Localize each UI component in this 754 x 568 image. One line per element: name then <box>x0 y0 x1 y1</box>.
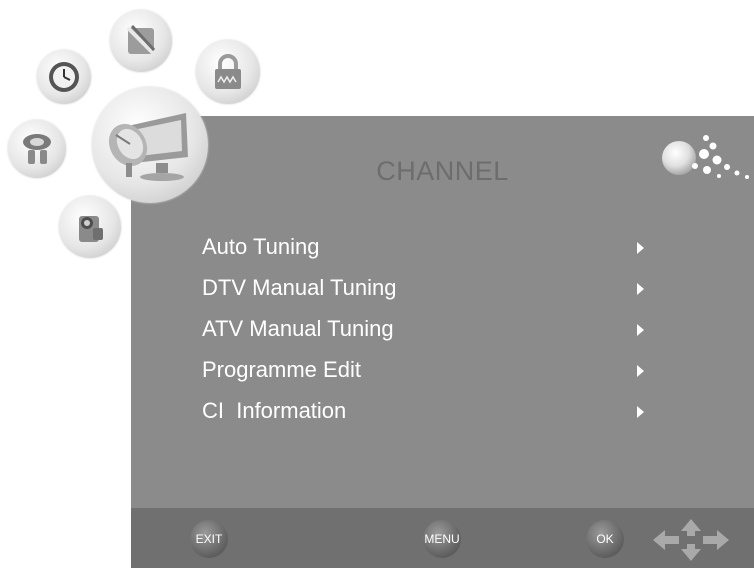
arrow-right-icon <box>637 242 644 254</box>
bubbles-decoration-icon <box>659 130 754 200</box>
menu-button[interactable]: MENU <box>423 520 461 558</box>
menu-item-dtv-manual-tuning[interactable]: DTV Manual Tuning <box>202 267 652 308</box>
arrow-right-icon <box>637 324 644 336</box>
channel-menu-satellite-dish-icon[interactable] <box>92 87 208 203</box>
menu-item-programme-edit[interactable]: Programme Edit <box>202 349 652 390</box>
menu-item-label: DTV Manual Tuning <box>202 275 397 300</box>
setup-menu-tools-icon[interactable] <box>110 10 172 72</box>
navigation-arrows-icon <box>651 518 731 562</box>
menu-item-label: ATV Manual Tuning <box>202 316 394 341</box>
arrow-right-icon <box>637 365 644 377</box>
arrow-right-icon <box>637 406 644 418</box>
channel-menu-list: Auto Tuning DTV Manual Tuning ATV Manual… <box>202 226 652 431</box>
menu-item-label: Auto Tuning <box>202 234 320 259</box>
arrow-right-icon <box>637 283 644 295</box>
menu-item-label: Programme Edit <box>202 357 361 382</box>
menu-item-auto-tuning[interactable]: Auto Tuning <box>202 226 652 267</box>
menu-item-ci-information[interactable]: CI Information <box>202 390 652 431</box>
ok-button[interactable]: OK <box>586 520 624 558</box>
time-menu-clock-icon[interactable] <box>37 50 91 104</box>
media-menu-camera-icon[interactable] <box>59 196 121 258</box>
channel-menu-panel: CHANNEL Auto Tuning DTV Manual Tuning AT… <box>131 116 754 568</box>
footer-bar: EXIT MENU OK <box>131 508 754 568</box>
menu-item-label: CI Information <box>202 398 347 423</box>
menu-item-atv-manual-tuning[interactable]: ATV Manual Tuning <box>202 308 652 349</box>
sound-menu-speaker-icon[interactable] <box>8 120 66 178</box>
exit-button[interactable]: EXIT <box>190 520 228 558</box>
